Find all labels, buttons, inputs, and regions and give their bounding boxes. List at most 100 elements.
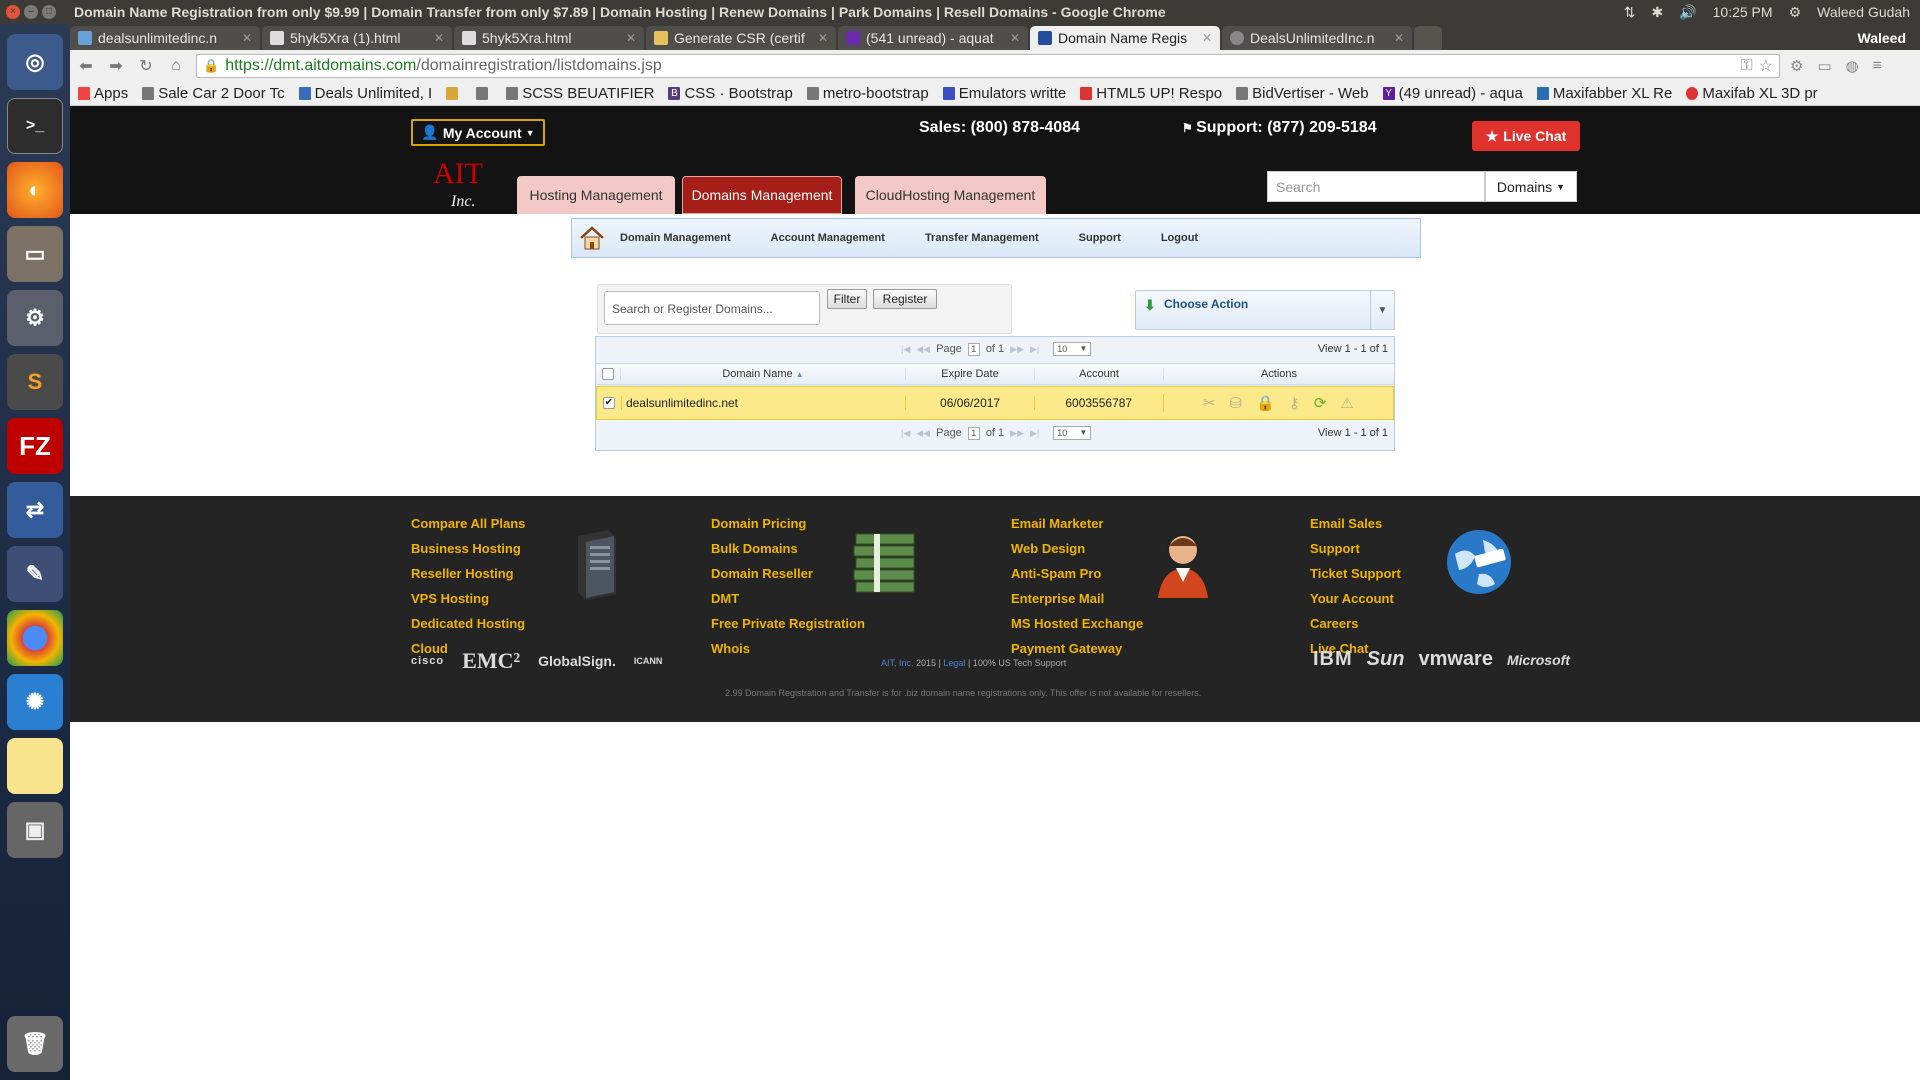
next-page-icon[interactable]: ▶▶ [1010, 344, 1024, 355]
tab-close-icon[interactable]: ✕ [1202, 31, 1212, 45]
rows-per-page-select[interactable]: 10 [1053, 426, 1092, 440]
lock-icon[interactable]: 🔒 [1256, 394, 1275, 412]
bluetooth-icon[interactable]: ✱ [1651, 4, 1663, 21]
ait-logo[interactable]: AIT Inc. [433, 159, 501, 211]
last-page-icon[interactable]: ▶| [1030, 428, 1039, 439]
column-header-account[interactable]: Account [1034, 368, 1163, 380]
browser-tab[interactable]: 5hyk5Xra (1).html ✕ [262, 26, 452, 50]
maximize-icon[interactable]: □ [42, 5, 56, 19]
choose-action-dropdown[interactable]: ⬇ Choose Action ▼ [1135, 290, 1395, 330]
bookmark-item[interactable]: SCSS BEUATIFIER [506, 85, 654, 102]
extension-globe-icon[interactable]: ◍ [1846, 57, 1859, 75]
rows-per-page-select[interactable]: 10 [1053, 342, 1092, 356]
prev-page-icon[interactable]: ◀◀ [916, 428, 930, 439]
bookmark-item[interactable]: Deals Unlimited, I [298, 85, 432, 102]
search-scope-dropdown[interactable]: Domains ▼ [1485, 171, 1577, 202]
next-page-icon[interactable]: ▶▶ [1010, 428, 1024, 439]
page-number-input[interactable]: 1 [967, 342, 980, 356]
select-all-checkbox[interactable] [602, 368, 614, 380]
key-icon[interactable]: ⚿ [1740, 57, 1752, 75]
tab-close-icon[interactable]: ✕ [434, 31, 444, 45]
footer-link[interactable]: Bulk Domains [711, 541, 865, 558]
bookmark-folder[interactable] [446, 87, 462, 100]
footer-link[interactable]: Anti-Spam Pro [1011, 566, 1143, 583]
footer-link[interactable]: Email Marketer [1011, 516, 1143, 533]
subnav-transfer-management[interactable]: Transfer Management [925, 232, 1039, 244]
footer-link[interactable]: Careers [1310, 616, 1401, 633]
first-page-icon[interactable]: |◀ [901, 344, 910, 355]
cast-icon[interactable]: ▭ [1817, 57, 1831, 75]
footer-link[interactable]: DMT [711, 591, 865, 608]
footer-link[interactable]: Payment Gateway [1011, 641, 1143, 658]
home-icon[interactable]: ⌂ [166, 57, 186, 75]
tools-icon[interactable]: ✂ [1203, 394, 1216, 412]
tab-close-icon[interactable]: ✕ [242, 31, 252, 45]
sublime-text-icon[interactable]: S [7, 354, 63, 410]
close-icon[interactable]: × [6, 5, 20, 19]
user-name[interactable]: Waleed Gudah [1817, 4, 1910, 20]
reload-icon[interactable]: ↻ [136, 56, 156, 76]
filezilla-icon[interactable]: FZ [7, 418, 63, 474]
subnav-logout[interactable]: Logout [1161, 232, 1198, 244]
column-header-domain-name[interactable]: Domain Name ▲ [620, 368, 905, 380]
footer-link[interactable]: Domain Pricing [711, 516, 865, 533]
bookmark-item[interactable]: HTML5 UP! Respo [1080, 85, 1222, 102]
tab-hosting-management[interactable]: Hosting Management [517, 176, 675, 214]
renew-icon[interactable]: ⟳ [1314, 394, 1327, 412]
footer-link[interactable]: Free Private Registration [711, 616, 865, 633]
back-icon[interactable]: ⬅ [76, 56, 96, 76]
browser-tab[interactable]: dealsunlimitedinc.n ✕ [70, 26, 260, 50]
bookmark-item[interactable]: Maxifabber XL Re [1536, 85, 1672, 102]
footer-link[interactable]: Domain Reseller [711, 566, 865, 583]
page-number-input[interactable]: 1 [967, 426, 980, 440]
domain-name-cell[interactable]: dealsunlimitedinc.net [620, 396, 905, 410]
bookmark-item[interactable]: B CSS · Bootstrap [668, 85, 793, 102]
caret-down-icon[interactable]: ▼ [1370, 291, 1394, 329]
tab-close-icon[interactable]: ✕ [818, 31, 828, 45]
firefox-icon[interactable]: ◐ [7, 162, 63, 218]
new-tab-button[interactable] [1414, 26, 1442, 50]
browser-tab[interactable]: 5hyk5Xra.html ✕ [454, 26, 644, 50]
clock[interactable]: 10:25 PM [1713, 4, 1773, 20]
subnav-support[interactable]: Support [1079, 232, 1121, 244]
warning-icon[interactable]: ⚠ [1340, 394, 1353, 412]
paint-brush-icon[interactable]: ✎ [7, 546, 63, 602]
company-link[interactable]: AIT, Inc. [881, 658, 914, 668]
terminal-icon[interactable]: >_ [7, 98, 63, 154]
system-settings-icon[interactable]: ⚙ [7, 290, 63, 346]
first-page-icon[interactable]: |◀ [901, 428, 910, 439]
footer-link[interactable]: Business Hosting [411, 541, 525, 558]
browser-tab[interactable]: (541 unread) - aquat ✕ [838, 26, 1028, 50]
dash-icon[interactable]: ◎ [7, 34, 63, 90]
forward-icon[interactable]: ➡ [106, 56, 126, 76]
files-icon[interactable]: ▭ [7, 226, 63, 282]
sticky-notes-icon[interactable] [7, 738, 63, 794]
address-bar[interactable]: 🔒 https://dmt.aitdomains.com/domainregis… [196, 54, 1780, 78]
save-disk-icon[interactable]: ▣ [7, 802, 63, 858]
footer-link[interactable]: Support [1310, 541, 1401, 558]
my-account-button[interactable]: 👤 My Account ▼ [411, 119, 545, 146]
app-splash-icon[interactable]: ✺ [7, 674, 63, 730]
tab-cloudhosting-management[interactable]: CloudHosting Management [855, 176, 1046, 214]
tab-close-icon[interactable]: ✕ [626, 31, 636, 45]
footer-link[interactable]: VPS Hosting [411, 591, 525, 608]
footer-link[interactable]: Compare All Plans [411, 516, 525, 533]
footer-link[interactable]: Web Design [1011, 541, 1143, 558]
live-chat-button[interactable]: ★ Live Chat [1472, 121, 1580, 151]
last-page-icon[interactable]: ▶| [1030, 344, 1039, 355]
extension-icon[interactable]: ⚙ [1790, 57, 1803, 75]
minimize-icon[interactable]: – [24, 5, 38, 19]
tab-domains-management[interactable]: Domains Management [682, 176, 842, 214]
settings-icon[interactable]: ⚙ [1789, 4, 1802, 21]
key-icon[interactable]: ⚷ [1289, 394, 1300, 412]
subnav-account-management[interactable]: Account Management [771, 232, 885, 244]
prev-page-icon[interactable]: ◀◀ [916, 344, 930, 355]
footer-link[interactable]: Whois [711, 641, 865, 658]
profile-name[interactable]: Waleed [1858, 30, 1920, 50]
row-checkbox[interactable]: ✔ [602, 397, 615, 409]
chrome-menu-icon[interactable]: ≡ [1873, 57, 1882, 75]
footer-link[interactable]: Enterprise Mail [1011, 591, 1143, 608]
bookmark-item[interactable]: BidVertiser - Web [1236, 85, 1369, 102]
chrome-icon[interactable] [7, 610, 63, 666]
filter-button[interactable]: Filter [827, 289, 867, 309]
